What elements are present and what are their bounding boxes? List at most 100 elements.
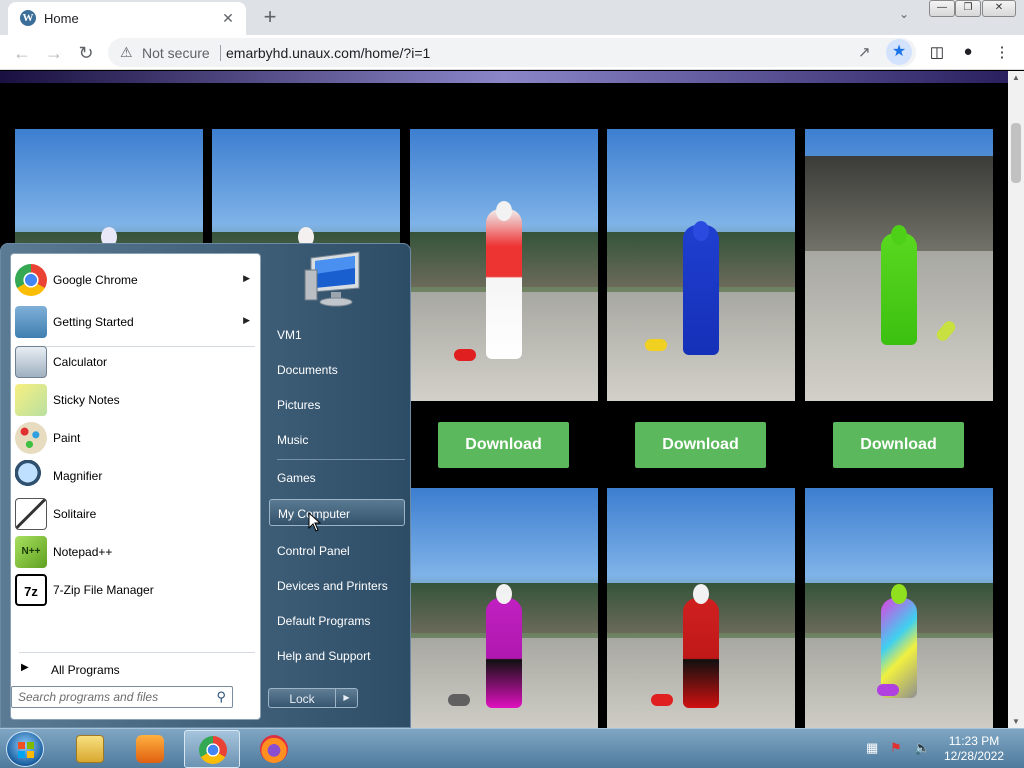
side-panel-icon[interactable]: ◫ <box>927 43 947 63</box>
lock-button[interactable]: Lock ▶ <box>268 688 358 708</box>
clock-date: 12/28/2022 <box>943 749 1005 763</box>
paint-icon <box>15 422 47 454</box>
all-programs-button[interactable]: ▶ All Programs <box>13 657 258 681</box>
bookmark-star-icon[interactable]: ★ <box>886 39 912 65</box>
download-button[interactable]: Download <box>635 422 766 468</box>
7zip-icon: 7z <box>15 574 47 606</box>
start-item-label: Sticky Notes <box>53 393 120 407</box>
submenu-arrow-icon[interactable]: ▶ <box>243 315 250 326</box>
firefox-icon <box>260 735 288 763</box>
network-icon[interactable]: ▦ <box>866 740 878 756</box>
start-link-default-programs[interactable]: Default Programs <box>269 607 405 634</box>
new-tab-button[interactable]: + <box>258 5 282 29</box>
start-link-vm1[interactable]: VM1 <box>269 321 405 348</box>
start-item-label: Getting Started <box>53 315 134 329</box>
back-arrow-icon[interactable]: ← <box>10 41 34 65</box>
start-link-label: Devices and Printers <box>277 579 388 593</box>
skin-thumbnail-green[interactable] <box>805 129 993 401</box>
action-center-flag-icon[interactable]: ⚑ <box>890 740 902 756</box>
vertical-scrollbar[interactable]: ▲ ▼ <box>1008 71 1024 728</box>
scroll-up-arrow-icon[interactable]: ▲ <box>1012 73 1020 82</box>
start-item-label: Magnifier <box>53 469 103 483</box>
start-link-label: Pictures <box>277 398 321 412</box>
taskbar-clock[interactable]: 11:23 PM 12/28/2022 <box>936 734 1012 764</box>
close-window-button[interactable]: ✕ <box>982 0 1016 17</box>
forward-arrow-icon[interactable]: → <box>42 41 66 65</box>
start-link-label: Games <box>277 471 316 485</box>
system-tray: ▦ ⚑ 🔈 <box>862 740 932 758</box>
start-item-magnifier[interactable]: Magnifier <box>13 458 258 494</box>
windows-logo-icon <box>18 742 34 758</box>
start-item-7zip[interactable]: 7z 7-Zip File Manager <box>13 572 258 608</box>
taskbar-media-player[interactable] <box>122 730 178 768</box>
taskbar: ▦ ⚑ 🔈 11:23 PM 12/28/2022 <box>0 728 1024 768</box>
scrollbar-thumb[interactable] <box>1011 123 1021 183</box>
taskbar-firefox[interactable] <box>246 730 302 768</box>
start-menu-divider <box>277 459 405 460</box>
tab-home[interactable]: W Home ✕ <box>8 2 246 35</box>
start-item-sticky-notes[interactable]: Sticky Notes <box>13 382 258 418</box>
browser-toolbar: ← → ↻ ⚠ Not secure emarbyhd.unaux.com/ho… <box>0 35 1024 70</box>
start-link-documents[interactable]: Documents <box>269 356 405 383</box>
download-button[interactable]: Download <box>438 422 569 468</box>
skin-thumbnail-magenta[interactable] <box>410 488 598 728</box>
start-item-label: Google Chrome <box>53 273 138 287</box>
warning-triangle-icon[interactable]: ⚠ <box>120 44 133 61</box>
volume-icon[interactable]: 🔈 <box>914 740 930 756</box>
scroll-down-arrow-icon[interactable]: ▼ <box>1012 717 1020 726</box>
start-link-help-support[interactable]: Help and Support <box>269 642 405 669</box>
shutdown-options-arrow-icon[interactable]: ▶ <box>335 689 357 707</box>
start-link-music[interactable]: Music <box>269 426 405 453</box>
profile-avatar-icon[interactable]: ● <box>958 43 978 63</box>
start-link-my-computer[interactable]: My Computer <box>269 499 405 526</box>
start-item-notepadpp[interactable]: N++ Notepad++ <box>13 534 258 570</box>
chrome-icon <box>15 264 47 296</box>
start-link-games[interactable]: Games <box>269 464 405 491</box>
chrome-icon <box>199 736 227 764</box>
start-item-google-chrome[interactable]: Google Chrome ▶ <box>13 262 258 298</box>
share-icon[interactable]: ↗ <box>858 43 871 61</box>
start-link-devices-printers[interactable]: Devices and Printers <box>269 572 405 599</box>
lock-label: Lock <box>289 692 315 706</box>
start-item-getting-started[interactable]: Getting Started ▶ <box>13 304 258 340</box>
notepadpp-icon: N++ <box>15 536 47 568</box>
solitaire-icon <box>15 498 47 530</box>
mouse-cursor-icon <box>308 512 322 532</box>
tab-search-chevron-icon[interactable]: ⌄ <box>894 7 914 27</box>
menu-kebab-icon[interactable]: ⋮ <box>992 43 1012 63</box>
start-item-paint[interactable]: Paint <box>13 420 258 456</box>
page-header-strip <box>0 71 1008 83</box>
start-item-label: Notepad++ <box>53 545 113 559</box>
restore-button[interactable]: ❐ <box>955 0 981 17</box>
skin-thumbnail-blue[interactable] <box>607 129 795 401</box>
taskbar-chrome[interactable] <box>184 730 240 768</box>
start-button[interactable] <box>6 731 44 767</box>
url-text[interactable]: emarbyhd.unaux.com/home/?i=1 <box>226 45 430 61</box>
start-item-calculator[interactable]: Calculator <box>13 344 258 380</box>
taskbar-explorer[interactable] <box>62 730 118 768</box>
start-item-solitaire[interactable]: Solitaire <box>13 496 258 532</box>
skin-thumbnail-neon[interactable] <box>805 488 993 728</box>
clock-time: 11:23 PM <box>948 734 1000 748</box>
security-label[interactable]: Not secure <box>142 45 210 61</box>
tab-close-icon[interactable]: ✕ <box>218 8 238 28</box>
start-search-box[interactable]: ⚲ <box>11 686 233 708</box>
start-search-input[interactable] <box>18 689 204 705</box>
skin-thumbnail-red-black[interactable] <box>607 488 795 728</box>
search-icon[interactable]: ⚲ <box>216 689 226 705</box>
start-link-label: Control Panel <box>277 544 350 558</box>
submenu-arrow-icon[interactable]: ▶ <box>243 273 250 284</box>
media-player-icon <box>136 735 164 763</box>
all-programs-label: All Programs <box>51 663 120 677</box>
reload-icon[interactable]: ↻ <box>74 41 98 65</box>
address-bar[interactable]: ⚠ Not secure emarbyhd.unaux.com/home/?i=… <box>108 38 916 67</box>
download-button[interactable]: Download <box>833 422 964 468</box>
start-link-pictures[interactable]: Pictures <box>269 391 405 418</box>
wordpress-favicon-icon: W <box>20 10 36 26</box>
omnibox-divider <box>220 45 221 61</box>
skin-thumbnail-white-red[interactable] <box>410 129 598 401</box>
right-triangle-icon: ▶ <box>21 662 29 673</box>
start-link-control-panel[interactable]: Control Panel <box>269 537 405 564</box>
start-menu-divider <box>19 652 255 653</box>
minimize-button[interactable]: — <box>929 0 955 17</box>
